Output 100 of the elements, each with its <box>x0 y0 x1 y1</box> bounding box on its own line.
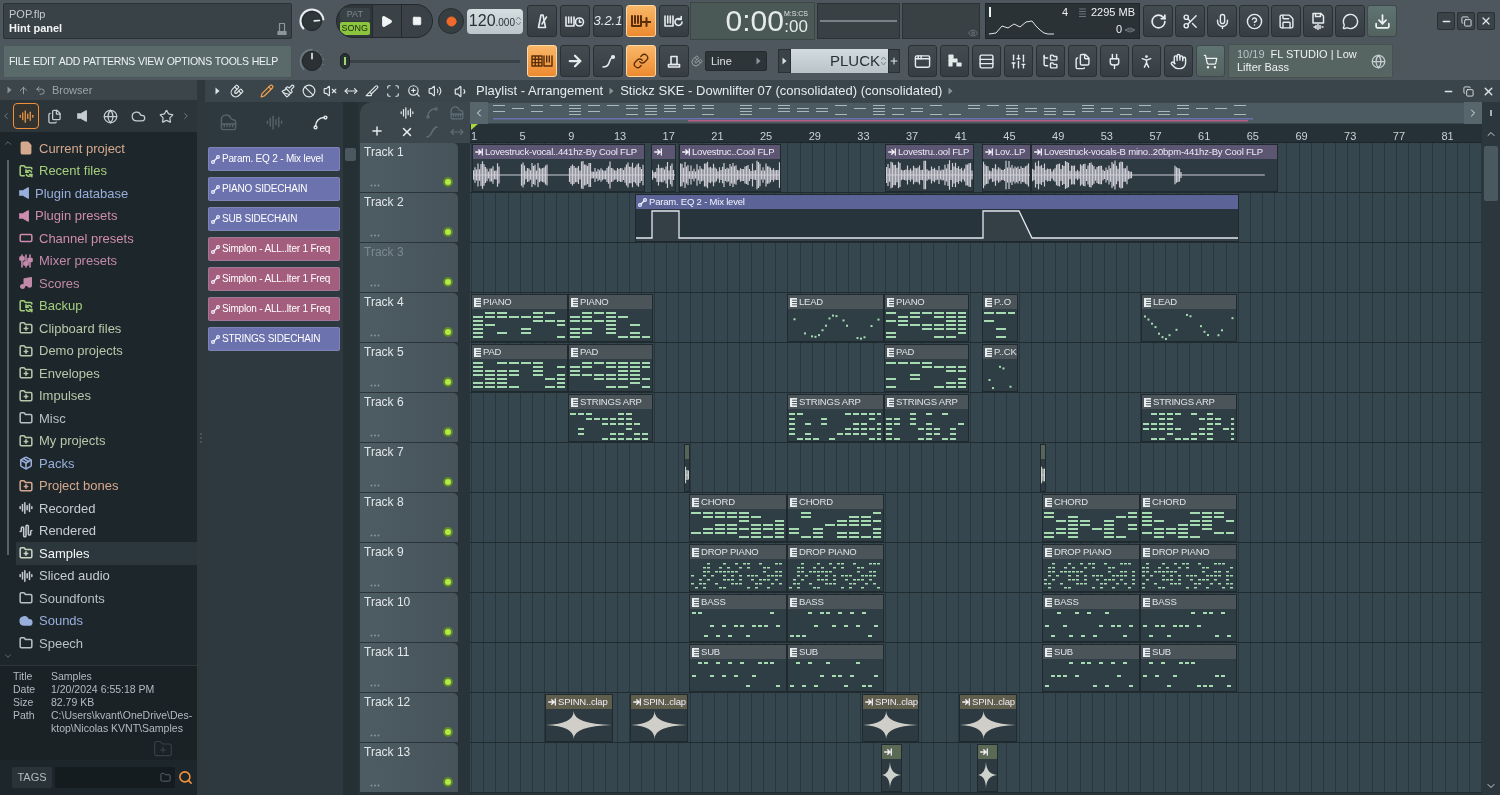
pattern-clip[interactable]: PAD <box>471 344 568 392</box>
arrow-button[interactable] <box>560 45 590 77</box>
pattern-clip[interactable]: BASS <box>787 594 884 642</box>
chat-button[interactable] <box>1335 5 1365 37</box>
pattern-clip[interactable]: BASS <box>1140 594 1237 642</box>
audio-clip[interactable] <box>977 744 998 792</box>
stop-button[interactable] <box>401 5 432 37</box>
audio-clip[interactable] <box>881 744 902 792</box>
pattern-clip[interactable]: PAD <box>884 344 969 392</box>
scrollbar-thumb[interactable] <box>1484 146 1498 201</box>
mixer-button[interactable] <box>1004 45 1033 77</box>
automation-clip-item[interactable]: Param. EQ 2 - Mix level <box>208 147 340 171</box>
project-button[interactable] <box>1068 45 1097 77</box>
link-button[interactable] <box>626 45 656 77</box>
menu-item[interactable]: TOOLS <box>214 54 249 68</box>
pattern-clip[interactable]: DROP PIANO <box>787 544 884 592</box>
browser-item[interactable]: Envelopes <box>16 362 197 385</box>
curve-button[interactable] <box>593 45 623 77</box>
browser-item[interactable]: Impulses <box>16 384 197 407</box>
pattern-clip[interactable]: DROP PIANO <box>1042 544 1140 592</box>
pattern-clip[interactable]: BASS <box>1042 594 1140 642</box>
browser-item[interactable]: Plugin database <box>16 182 197 205</box>
menu-item[interactable]: HELP <box>251 54 278 68</box>
save-audio-button[interactable] <box>1303 5 1333 37</box>
automation-clip-item[interactable]: Simplon - ALL..lter 1 Freq <box>208 297 340 321</box>
pattern-selector[interactable]: PLUCK <box>791 49 888 73</box>
cart-button[interactable] <box>1196 45 1225 77</box>
browser-item[interactable]: Plugin presets <box>16 204 197 227</box>
browser-item[interactable]: Soundfonts <box>16 587 197 610</box>
snap-dropdown[interactable]: Line <box>705 51 767 71</box>
step-edit-button[interactable] <box>626 5 656 37</box>
slider-thumb[interactable] <box>340 53 350 69</box>
hand-button[interactable] <box>1164 45 1193 77</box>
metronome-button[interactable] <box>527 5 557 37</box>
browser-item[interactable]: Scores <box>16 272 197 295</box>
person-button[interactable] <box>1132 45 1161 77</box>
download-button[interactable] <box>1367 5 1397 37</box>
browser-item[interactable]: Mixer presets <box>16 249 197 272</box>
menu-item[interactable]: FILE <box>9 54 30 68</box>
menu-item[interactable]: ADD <box>58 54 80 68</box>
search-icon[interactable] <box>178 770 193 785</box>
audio-clip[interactable]: SPINN..clap <box>545 694 613 742</box>
browser-item[interactable]: Current project <box>16 137 197 160</box>
audio-clip[interactable]: Lovestruck-vocals-B mino..20bpm-441hz-By Cool FLP <box>1031 144 1278 192</box>
audio-clip[interactable]: Lovestru..ool FLP <box>885 144 974 192</box>
menu-item[interactable]: OPTIONS <box>166 54 212 68</box>
tags-input-field[interactable] <box>55 767 175 788</box>
pattern-clip[interactable]: CHORD <box>787 494 884 542</box>
pattern-clip[interactable]: P..CK <box>982 344 1018 392</box>
knob-button[interactable] <box>659 45 689 77</box>
mode-toggle[interactable]: SONG <box>340 21 370 35</box>
scrollbar-thumb[interactable] <box>345 148 356 161</box>
pattern-clip[interactable]: PIANO <box>471 294 568 342</box>
pattern-menu-button[interactable] <box>778 49 791 73</box>
browser-item[interactable]: Project bones <box>16 474 197 497</box>
browser-item[interactable]: Channel presets <box>16 227 197 250</box>
pattern-clip[interactable]: DROP PIANO <box>689 544 787 592</box>
pattern-clip[interactable]: STRINGS ARP <box>787 394 884 442</box>
pattern-clip[interactable]: LEAD <box>1141 294 1237 342</box>
rotate-button[interactable] <box>1143 5 1173 37</box>
pattern-clip[interactable]: P..O <box>982 294 1018 342</box>
pattern-clip[interactable]: CHORD <box>1042 494 1140 542</box>
browser-item[interactable]: Misc <box>16 407 197 430</box>
countdown-button[interactable]: 3.2.1 <box>593 5 623 37</box>
pattern-clip[interactable]: PIANO <box>884 294 969 342</box>
play-button[interactable] <box>371 5 402 37</box>
pattern-clip[interactable]: DROP PIANO <box>1140 544 1237 592</box>
pattern-clip[interactable]: BASS <box>689 594 787 642</box>
pattern-clip[interactable]: LEAD <box>787 294 884 342</box>
browser-tab[interactable] <box>13 103 39 129</box>
restore-button[interactable] <box>1457 12 1475 30</box>
pattern-clip[interactable]: CHORD <box>689 494 787 542</box>
pattern-clip[interactable]: PAD <box>568 344 653 392</box>
up-arrow-icon[interactable] <box>18 84 29 96</box>
browser-button[interactable] <box>1036 45 1065 77</box>
audio-clip[interactable] <box>684 444 690 492</box>
browser-item[interactable]: Sounds <box>16 609 197 632</box>
playlist-button[interactable] <box>908 45 937 77</box>
tags-button[interactable]: TAGS <box>12 767 52 788</box>
scrollbar[interactable] <box>343 102 358 795</box>
browser-item[interactable]: Sliced audio <box>16 564 197 587</box>
audio-clip[interactable] <box>651 144 676 192</box>
loop-record-button[interactable] <box>659 5 689 37</box>
add-pattern-button[interactable] <box>888 49 900 73</box>
step-grid-button[interactable] <box>527 45 557 77</box>
audio-clip[interactable]: Lov..LP <box>982 144 1031 192</box>
pattern-clip[interactable]: STRINGS ARP <box>1141 394 1237 442</box>
browser-item[interactable]: Speech <box>16 632 197 655</box>
scrollbar[interactable] <box>7 160 9 555</box>
browser-item[interactable]: Recorded <box>16 497 197 520</box>
knob[interactable] <box>299 8 325 34</box>
channel-rack-button[interactable] <box>972 45 1001 77</box>
news-ticker[interactable]: 10/19 FL STUDIO | Low Lifter Bass <box>1237 48 1367 74</box>
automation-clip-item[interactable]: Simplon - ALL..lter 1 Freq <box>208 267 340 291</box>
microphone-button[interactable] <box>1207 5 1237 37</box>
pattern-clip[interactable]: SUB <box>689 644 787 692</box>
menu-item[interactable]: PATTERNS <box>83 54 136 68</box>
help-button[interactable] <box>1239 5 1269 37</box>
browser-item[interactable]: Rendered <box>16 519 197 542</box>
pattern-clip[interactable]: CHORD <box>1140 494 1237 542</box>
